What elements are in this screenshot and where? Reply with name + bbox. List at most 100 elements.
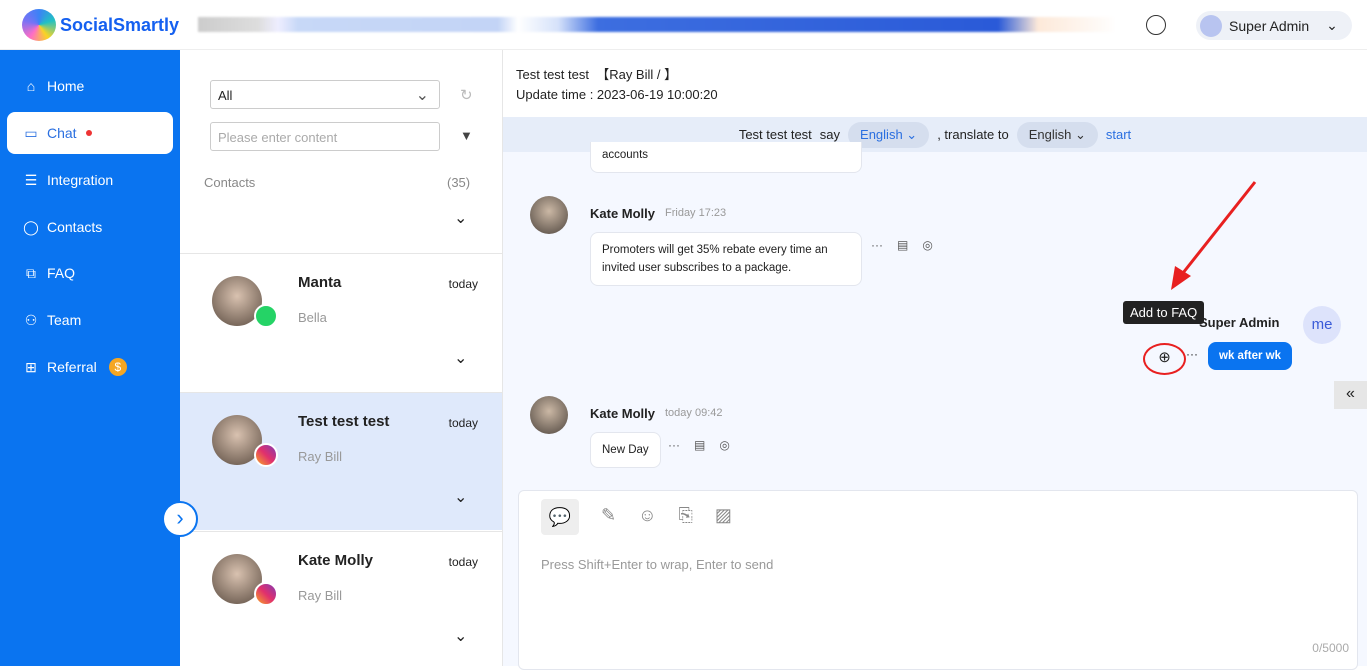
message-bubble: accounts bbox=[590, 142, 862, 173]
message-actions: ··· ▤ ◎ bbox=[871, 238, 933, 252]
message-bubble: Promoters will get 35% rebate every time… bbox=[590, 232, 862, 286]
list-icon: ☰ bbox=[24, 171, 38, 188]
chat-header: Test test test 【Ray Bill / 】 Update time … bbox=[503, 50, 1367, 117]
char-counter: 0/5000 bbox=[1312, 641, 1349, 655]
update-time: Update time : 2023-06-19 10:00:20 bbox=[516, 87, 718, 102]
contact-time: today bbox=[448, 277, 478, 291]
translate-say: say bbox=[819, 127, 841, 142]
chat-title: Test test test 【Ray Bill / 】 bbox=[516, 67, 678, 82]
sidebar-item-faq[interactable]: ⧉ FAQ bbox=[7, 252, 173, 294]
sidebar-item-integration[interactable]: ☰ Integration bbox=[7, 159, 173, 201]
note-icon[interactable]: ▤ bbox=[694, 438, 705, 452]
label: Referral bbox=[47, 359, 97, 375]
sidebar-item-chat[interactable]: ▭ Chat bbox=[7, 112, 173, 154]
team-icon: ⚇ bbox=[24, 311, 38, 328]
message-time: Friday 17:23 bbox=[665, 207, 727, 219]
chat-icon: ▭ bbox=[24, 124, 38, 141]
message-bubble: New Day bbox=[590, 432, 661, 468]
refresh-icon[interactable]: ↻ bbox=[460, 86, 473, 104]
chevron-down-icon[interactable]: ⌄ bbox=[454, 348, 467, 368]
contact-time: today bbox=[448, 416, 478, 430]
label: Contacts bbox=[47, 219, 103, 235]
chevron-down-icon[interactable]: ⌄ bbox=[454, 626, 467, 646]
label: Team bbox=[47, 312, 82, 328]
chevron-down-icon[interactable]: ⌄ bbox=[454, 208, 467, 228]
chevron-down-icon: ⌄ bbox=[415, 87, 429, 104]
message-time: today 09:42 bbox=[665, 407, 723, 419]
more-icon[interactable]: ··· bbox=[668, 438, 680, 452]
faq-icon: ⧉ bbox=[26, 264, 36, 281]
avatar bbox=[530, 196, 568, 234]
coin-icon: $ bbox=[108, 358, 127, 376]
quick-reply-icon[interactable]: 💬 bbox=[541, 499, 579, 535]
instagram-icon bbox=[254, 443, 278, 467]
more-icon[interactable]: ··· bbox=[1186, 347, 1198, 361]
contact-sub: Bella bbox=[298, 310, 327, 325]
message-input[interactable]: Press Shift+Enter to wrap, Enter to send bbox=[541, 557, 773, 572]
target-language-select[interactable]: English ⌄ bbox=[1016, 121, 1098, 148]
contact-sub: Ray Bill bbox=[298, 449, 343, 464]
contact-name: Manta bbox=[298, 274, 342, 291]
target-language: English bbox=[1028, 126, 1072, 142]
top-bar: SocialSmartly Super Admin ⌄ bbox=[0, 0, 1367, 50]
image-icon[interactable]: ▨ bbox=[715, 505, 732, 535]
collapse-panel-button[interactable]: « bbox=[1334, 381, 1367, 409]
composer-toolbar: 💬 ✎ ☺ ⎘ ▨ bbox=[541, 499, 732, 535]
emoji-icon[interactable]: ☺ bbox=[638, 505, 656, 535]
filter-value: All bbox=[218, 88, 233, 103]
sidebar: ⌂ Home ▭ Chat ☰ Integration ◯ Contacts ⧉ FAQ … bbox=[0, 50, 198, 666]
add-to-faq-button[interactable]: ⊕ bbox=[1143, 343, 1186, 375]
translate-who: Test test test bbox=[738, 127, 812, 142]
label: Chat bbox=[47, 125, 77, 141]
globe-icon[interactable] bbox=[1146, 15, 1166, 35]
contact-item[interactable]: Test test test today Ray Bill ⌄ bbox=[180, 392, 502, 530]
globe-icon[interactable]: ◎ bbox=[922, 238, 932, 252]
message-actions: ··· ▤ ◎ bbox=[668, 438, 730, 452]
sidebar-item-team[interactable]: ⚇ Team bbox=[7, 299, 173, 341]
brand-name: SocialSmartly bbox=[60, 15, 180, 35]
logo-icon bbox=[22, 9, 56, 41]
start-link[interactable]: start bbox=[1106, 127, 1131, 142]
unread-dot bbox=[85, 130, 92, 136]
tooltip: Add to FAQ bbox=[1123, 301, 1205, 324]
sender-name: Kate Molly bbox=[590, 406, 656, 421]
sidebar-item-referral[interactable]: ⊞ Referral $ bbox=[7, 346, 173, 388]
contact-item[interactable]: Manta today Bella ⌄ bbox=[180, 253, 502, 391]
expand-button[interactable]: › bbox=[162, 501, 198, 537]
contact-sub: Ray Bill bbox=[298, 588, 343, 603]
chevron-down-icon[interactable]: ⌄ bbox=[454, 487, 467, 507]
note-icon[interactable]: ▤ bbox=[897, 238, 908, 252]
sidebar-item-home[interactable]: ⌂ Home bbox=[7, 65, 173, 107]
contact-time: today bbox=[448, 555, 478, 569]
user-name: Super Admin bbox=[1229, 17, 1310, 34]
avatar bbox=[530, 396, 568, 434]
sidebar-item-contacts[interactable]: ◯ Contacts bbox=[7, 206, 173, 248]
search-input[interactable]: Please enter content bbox=[210, 122, 440, 151]
label: Home bbox=[47, 78, 85, 94]
contact-name: Kate Molly bbox=[298, 552, 374, 569]
translate-icon[interactable]: ⎘ bbox=[678, 505, 692, 535]
chevron-down-icon: ⌄ bbox=[1326, 17, 1338, 33]
composer: 💬 ✎ ☺ ⎘ ▨ Press Shift+Enter to wrap, Enter … bbox=[518, 490, 1358, 670]
sender-name: Super Admin bbox=[1199, 315, 1280, 330]
contacts-label: Contacts bbox=[204, 175, 256, 190]
home-icon: ⌂ bbox=[26, 78, 36, 94]
contact-name: Test test test bbox=[298, 413, 390, 430]
gift-icon: ⊞ bbox=[25, 358, 37, 375]
label: Integration bbox=[47, 172, 114, 188]
blurred-region bbox=[198, 17, 1114, 32]
avatar bbox=[1200, 14, 1222, 37]
source-language: English bbox=[860, 126, 903, 142]
contact-item[interactable]: Kate Molly today Ray Bill ⌄ bbox=[180, 531, 502, 669]
contacts-count: (35) bbox=[447, 175, 471, 190]
annotation-arrow bbox=[1171, 181, 1257, 290]
user-menu[interactable]: Super Admin ⌄ bbox=[1196, 11, 1352, 40]
filter-icon[interactable]: ▼ bbox=[460, 128, 473, 143]
edit-icon[interactable]: ✎ bbox=[601, 505, 616, 535]
chat-panel: Test test test 【Ray Bill / 】 Update time … bbox=[503, 50, 1367, 670]
filter-select[interactable]: All ⌄ bbox=[210, 80, 440, 109]
whatsapp-icon bbox=[254, 304, 278, 328]
more-icon[interactable]: ··· bbox=[871, 238, 883, 252]
globe-icon[interactable]: ◎ bbox=[719, 438, 729, 452]
instagram-icon bbox=[254, 582, 278, 606]
